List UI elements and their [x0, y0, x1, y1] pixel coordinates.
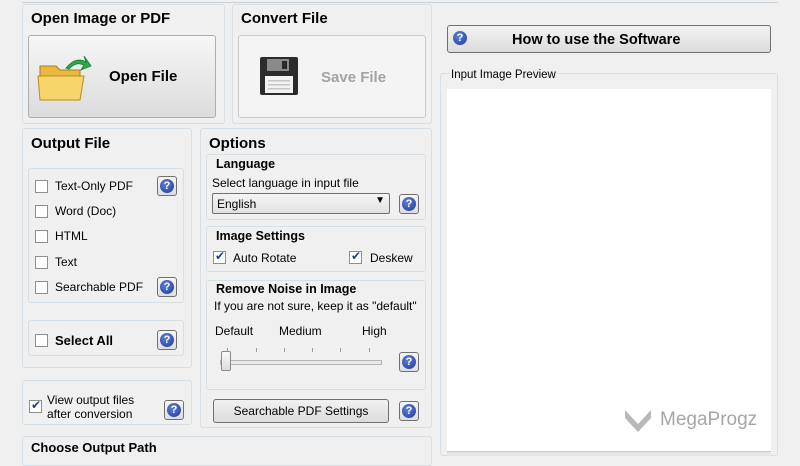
language-selected-value: English [217, 197, 257, 211]
output-file-title: Output File [31, 135, 111, 152]
noise-slider[interactable] [218, 340, 384, 376]
text-only-pdf-label: Text-Only PDF [55, 179, 134, 193]
searchable-pdf-help-button[interactable]: ? [157, 277, 177, 297]
output-path-title: Choose Output Path [31, 440, 157, 455]
view-output-line1: View output files [47, 393, 135, 407]
help-icon: ? [160, 333, 174, 347]
language-hint: Select language in input file [212, 176, 359, 190]
searchable-pdf-settings-help-button[interactable]: ? [399, 401, 419, 421]
auto-rotate-checkbox[interactable] [213, 249, 226, 264]
language-help-button[interactable]: ? [399, 194, 419, 214]
deskew-label: Deskew [370, 251, 413, 265]
preview-area [447, 89, 771, 451]
help-icon: ? [451, 29, 471, 49]
window-top-border [22, 0, 778, 3]
noise-title: Remove Noise in Image [216, 282, 357, 296]
watermark-text: MegaProgz [660, 409, 758, 430]
megaprogz-watermark: MegaProgz [622, 404, 772, 436]
deskew-checkbox[interactable] [349, 249, 362, 264]
html-label: HTML [55, 229, 88, 243]
help-icon: ? [402, 355, 416, 369]
floppy-disk-icon [260, 57, 298, 95]
save-file-label: Save File [321, 69, 387, 86]
noise-hint: If you are not sure, keep it as "default… [214, 299, 417, 313]
select-all-checkbox[interactable] [35, 334, 48, 347]
view-output-checkbox[interactable] [29, 398, 42, 413]
text-only-pdf-checkbox[interactable] [35, 180, 48, 193]
searchable-pdf-checkbox[interactable] [35, 281, 48, 294]
word-doc-label: Word (Doc) [55, 204, 117, 218]
select-all-help-button[interactable]: ? [157, 330, 177, 350]
noise-help-button[interactable]: ? [399, 352, 419, 372]
noise-medium-label: Medium [279, 324, 322, 338]
language-select[interactable]: English ▼ [212, 193, 390, 214]
language-title: Language [216, 157, 276, 171]
noise-slider-track [220, 360, 382, 365]
help-icon: ? [160, 179, 174, 193]
view-output-line2: after conversion [47, 407, 133, 421]
open-file-label: Open File [109, 68, 178, 85]
open-file-button[interactable]: Open File [28, 35, 216, 118]
options-title: Options [209, 135, 266, 152]
help-icon: ? [402, 404, 416, 418]
searchable-pdf-settings-button[interactable]: Searchable PDF Settings [213, 399, 389, 423]
auto-rotate-label: Auto Rotate [233, 251, 297, 265]
preview-label: Input Image Preview [450, 69, 557, 81]
searchable-pdf-label: Searchable PDF [55, 280, 144, 294]
convert-section-title: Convert File [241, 10, 328, 27]
select-all-label: Select All [55, 333, 114, 348]
open-section-title: Open Image or PDF [31, 10, 171, 27]
preview-scrollbar[interactable] [447, 451, 771, 456]
text-only-pdf-help-button[interactable]: ? [157, 176, 177, 196]
chevron-down-icon: ▼ [375, 195, 385, 206]
word-doc-checkbox[interactable] [35, 205, 48, 218]
help-icon: ? [160, 280, 174, 294]
noise-slider-thumb[interactable] [221, 351, 231, 371]
save-file-button[interactable]: Save File [238, 35, 426, 118]
folder-open-icon [37, 55, 92, 101]
how-to-use-button[interactable]: ? How to use the Software [447, 25, 771, 53]
view-output-help-button[interactable]: ? [164, 400, 184, 420]
text-checkbox[interactable] [35, 256, 48, 269]
megaprogz-logo-icon [625, 410, 651, 432]
noise-high-label: High [362, 324, 387, 338]
searchable-pdf-settings-label: Searchable PDF Settings [233, 404, 369, 418]
html-checkbox[interactable] [35, 230, 48, 243]
noise-default-label: Default [215, 324, 254, 338]
help-icon: ? [167, 403, 181, 417]
text-label: Text [55, 255, 78, 269]
help-icon: ? [402, 197, 416, 211]
how-to-use-label: How to use the Software [512, 32, 681, 48]
image-settings-title: Image Settings [216, 229, 305, 243]
